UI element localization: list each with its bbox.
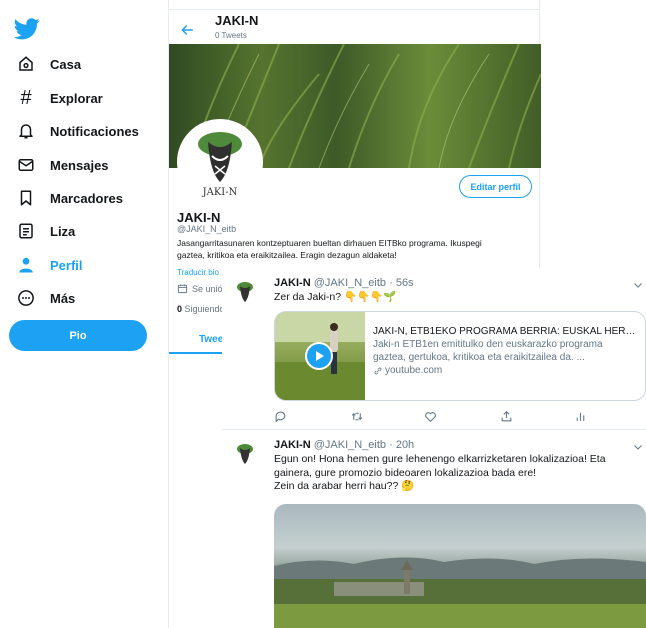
profile-name: JAKI-N bbox=[177, 210, 221, 225]
tweet-avatar[interactable] bbox=[230, 278, 260, 308]
joined-date: Se unió bbox=[177, 283, 223, 294]
calendar-icon bbox=[177, 284, 188, 294]
link-card-body: JAKI-N, ETB1EKO PROGRAMA BERRIA: EUSKAL … bbox=[365, 312, 645, 400]
video-thumbnail bbox=[275, 312, 365, 400]
tweet-text: Zer da Jaki-n? 👇👇👇🌱 bbox=[274, 291, 397, 303]
sidebar-item-explorar[interactable]: # Explorar bbox=[14, 84, 103, 112]
home-icon bbox=[14, 52, 38, 76]
jakin-logo: JAKI-N bbox=[198, 132, 242, 198]
translate-bio-link[interactable]: Traducir bio bbox=[177, 268, 219, 277]
sidebar-item-perfil[interactable]: Perfil bbox=[14, 251, 83, 279]
list-icon bbox=[14, 219, 38, 243]
tweet-feed: JAKI-N @JAKI_N_eitb · 56s Zer da Jaki-n?… bbox=[222, 268, 646, 628]
chevron-down-icon[interactable] bbox=[632, 440, 644, 452]
following-count[interactable]: 0 Siguiendo bbox=[177, 304, 225, 314]
profile-bio: Jasangarritasunaren kontzeptuaren buelta… bbox=[177, 238, 482, 260]
sidebar-item-label: Más bbox=[50, 290, 76, 306]
tweet-avatar[interactable] bbox=[230, 440, 260, 470]
sidebar-item-marcadores[interactable]: Marcadores bbox=[14, 184, 123, 212]
sidebar-item-label: Casa bbox=[50, 56, 82, 72]
like-icon[interactable] bbox=[424, 410, 438, 424]
link-card-title: JAKI-N, ETB1EKO PROGRAMA BERRIA: EUSKAL … bbox=[373, 326, 637, 337]
sidebar-item-label: Notificaciones bbox=[50, 123, 139, 139]
profile-handle: @JAKI_N_eitb bbox=[177, 224, 237, 234]
bell-icon bbox=[14, 119, 38, 143]
sidebar-item-label: Perfil bbox=[50, 257, 83, 273]
profile-avatar[interactable]: JAKI-N bbox=[177, 119, 263, 205]
sidebar-item-mensajes[interactable]: Mensajes bbox=[14, 151, 109, 179]
tweet-header: JAKI-N @JAKI_N_eitb · 20h bbox=[274, 439, 415, 451]
chevron-down-icon[interactable] bbox=[632, 278, 644, 290]
share-icon[interactable] bbox=[500, 410, 514, 424]
back-arrow-icon[interactable] bbox=[179, 22, 195, 38]
tweet-header: JAKI-N @JAKI_N_eitb · 56s bbox=[274, 277, 414, 289]
link-icon bbox=[374, 367, 382, 374]
header-profile-name: JAKI-N bbox=[215, 13, 259, 28]
twitter-bird-icon[interactable] bbox=[13, 18, 40, 42]
hashtag-icon: # bbox=[20, 86, 32, 109]
more-circle-icon bbox=[14, 286, 38, 310]
header-tweet-count: 0 Tweets bbox=[215, 31, 247, 40]
play-icon[interactable] bbox=[305, 342, 333, 370]
envelope-icon bbox=[14, 153, 38, 177]
tweet-actions bbox=[274, 410, 644, 426]
person-icon bbox=[14, 253, 38, 277]
retweet-icon[interactable] bbox=[350, 410, 364, 424]
tab-active-indicator bbox=[169, 352, 229, 354]
link-card[interactable]: JAKI-N, ETB1EKO PROGRAMA BERRIA: EUSKAL … bbox=[274, 311, 646, 401]
tweet[interactable]: JAKI-N @JAKI_N_eitb · 56s Zer da Jaki-n?… bbox=[222, 268, 646, 431]
link-card-description: Jaki-n ETB1en emititulko den euskarazko … bbox=[373, 339, 603, 363]
edit-profile-button[interactable]: Editar perfil bbox=[459, 175, 532, 198]
svg-text:JAKI-N: JAKI-N bbox=[202, 187, 238, 198]
sidebar-item-label: Explorar bbox=[50, 90, 103, 106]
link-card-url: youtube.com bbox=[373, 365, 637, 376]
sidebar: Casa # Explorar Notificaciones Mensajes … bbox=[0, 0, 160, 628]
sidebar-item-label: Mensajes bbox=[50, 157, 109, 173]
tweet-button[interactable]: Pio bbox=[9, 320, 147, 351]
sidebar-item-notificaciones[interactable]: Notificaciones bbox=[14, 117, 139, 145]
sidebar-item-label: Liza bbox=[50, 223, 76, 239]
tweet-media-image[interactable] bbox=[274, 504, 646, 628]
tweet-text: Egun on! Hona hemen gure lehenengo elkar… bbox=[274, 453, 606, 492]
reply-icon[interactable] bbox=[274, 410, 288, 424]
sidebar-item-casa[interactable]: Casa bbox=[14, 50, 81, 78]
bookmark-icon bbox=[14, 186, 38, 210]
sidebar-item-mas[interactable]: Más bbox=[14, 284, 75, 312]
sidebar-item-label: Marcadores bbox=[50, 190, 123, 206]
sidebar-item-liza[interactable]: Liza bbox=[14, 217, 75, 245]
analytics-icon[interactable] bbox=[574, 410, 588, 424]
